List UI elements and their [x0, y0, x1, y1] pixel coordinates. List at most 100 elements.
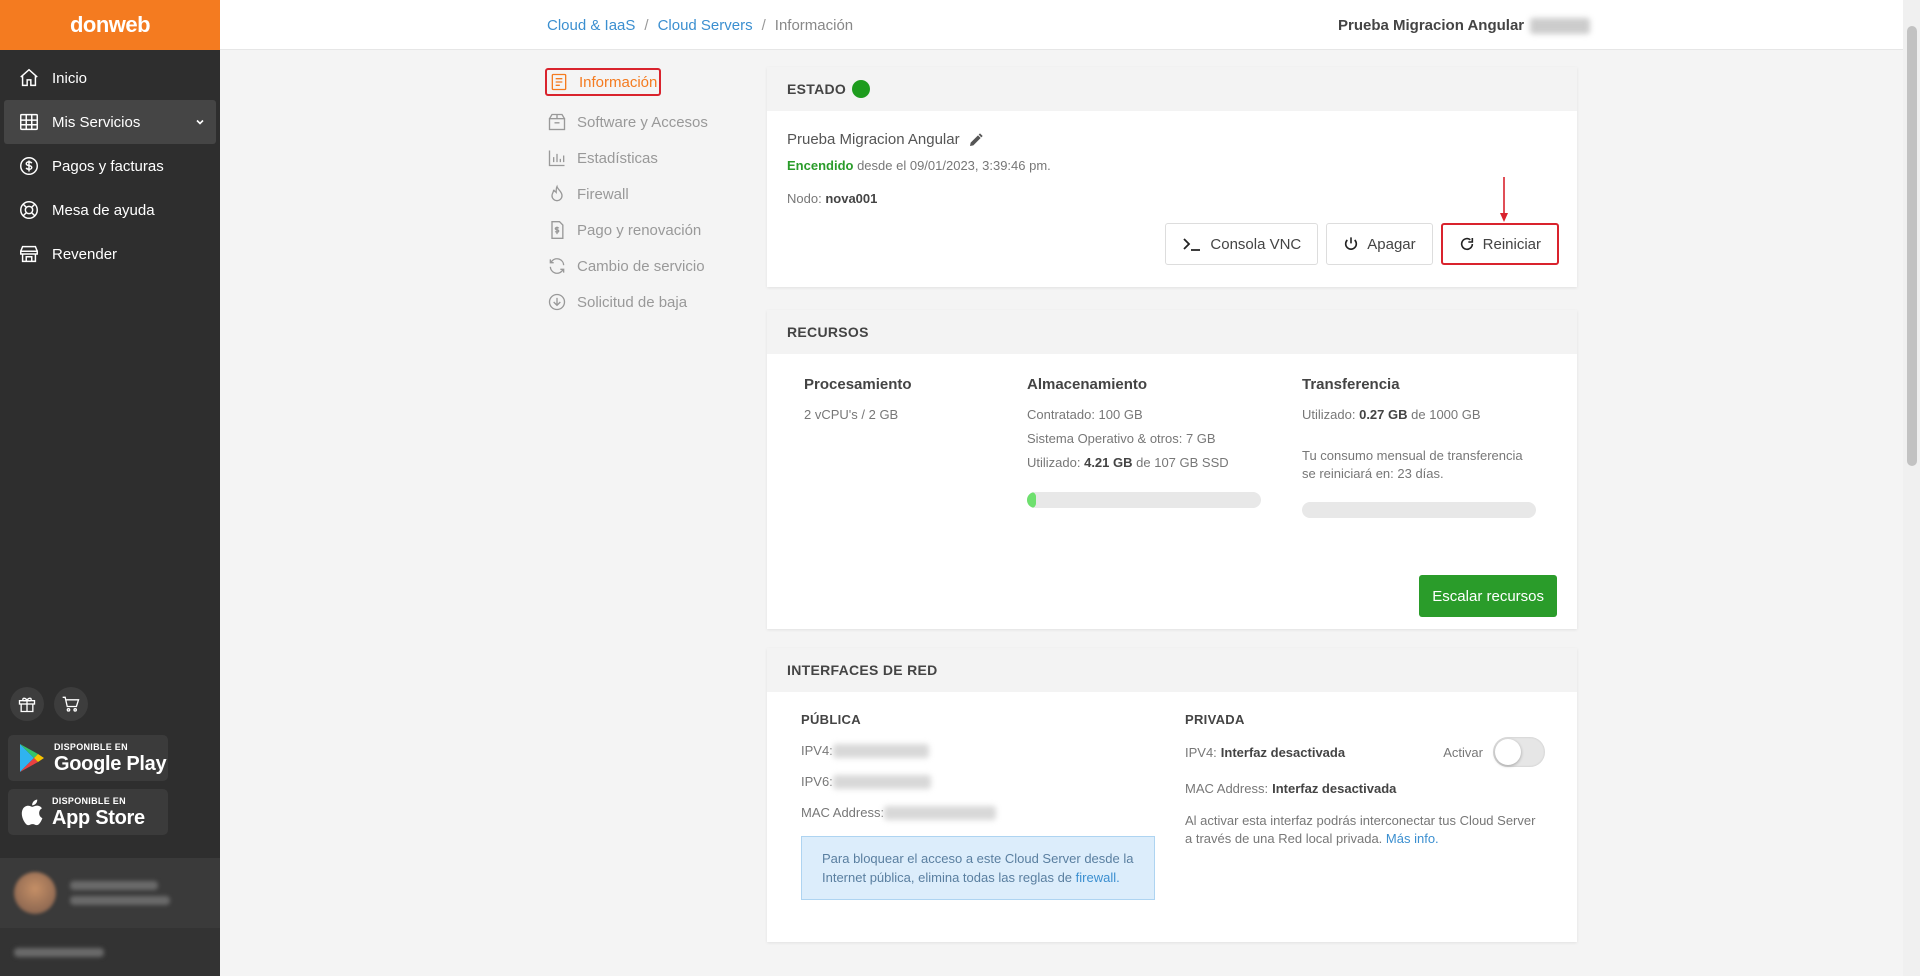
transfer-used-label: Utilizado: [1302, 407, 1356, 422]
page-title: Prueba Migracion Angular [1338, 17, 1591, 34]
sidebar-quick-actions [10, 687, 88, 721]
network-card-body: PÚBLICA IPV4: IPV6: MAC Address: Para bl… [767, 692, 1577, 942]
status-indicator [852, 80, 871, 98]
sidebar-item-revender[interactable]: Revender [4, 232, 216, 276]
sidebar-item-label: Inicio [52, 69, 88, 87]
terminal-icon [1182, 236, 1202, 252]
brand-logo[interactable]: donweb [0, 0, 220, 50]
gift-icon [17, 694, 37, 714]
recursos-card-header: RECURSOS [767, 310, 1577, 354]
app-store-badge[interactable]: DISPONIBLE EN App Store [8, 789, 168, 835]
cart-button[interactable] [54, 687, 88, 721]
user-profile[interactable] [0, 858, 220, 928]
submenu-item-pago[interactable]: Pago y renovación [545, 212, 708, 248]
submenu-item-label: Pago y renovación [577, 221, 702, 239]
toggle-knob [1495, 739, 1521, 765]
scrollbar-thumb[interactable] [1907, 26, 1917, 466]
lifebuoy-icon [18, 199, 40, 221]
submenu-item-cambio[interactable]: Cambio de servicio [545, 248, 708, 284]
estado-card: ESTADO Prueba Migracion Angular Encendid… [767, 67, 1577, 287]
pencil-icon[interactable] [968, 132, 984, 148]
storage-contracted: Contratado: 100 GB [1027, 407, 1143, 422]
submenu-item-software[interactable]: Software y Accesos [545, 104, 708, 140]
home-icon [18, 67, 40, 89]
avatar [14, 872, 56, 914]
breadcrumb-link-cloud-iaas[interactable]: Cloud & IaaS [547, 17, 635, 34]
sidebar-item-inicio[interactable]: Inicio [4, 56, 216, 100]
private-heading: PRIVADA [1185, 712, 1245, 727]
submenu-item-label: Información [579, 73, 658, 91]
breadcrumb: Cloud & IaaS / Cloud Servers / Informaci… [547, 17, 853, 34]
apple-icon [18, 797, 44, 827]
annotation-arrow [1500, 177, 1508, 222]
submenu-item-baja[interactable]: Solicitud de baja [545, 284, 708, 320]
submenu-item-estadisticas[interactable]: Estadísticas [545, 140, 708, 176]
vnc-console-button[interactable]: Consola VNC [1165, 223, 1319, 265]
chevron-down-icon[interactable] [194, 116, 206, 128]
invoice-icon [547, 220, 567, 240]
private-mac-label: MAC Address: [1185, 781, 1269, 796]
vnc-console-label: Consola VNC [1210, 235, 1302, 253]
public-ipv6-label: IPV6: [801, 774, 833, 789]
submenu-item-label: Estadísticas [577, 149, 658, 167]
sidebar-item-label: Pagos y facturas [52, 157, 164, 175]
processing-value: 2 vCPU's / 2 GB [804, 407, 899, 422]
public-ipv4-label: IPV4: [801, 743, 833, 758]
public-ipv6-blurred [832, 774, 931, 789]
more-info-link[interactable]: Más info. [1386, 831, 1439, 846]
transfer-column: Transferencia Utilizado: 0.27 GB de 1000… [1302, 376, 1536, 518]
processing-column: Procesamiento 2 vCPU's / 2 GB [804, 376, 912, 431]
private-ipv4-label: IPV4: [1185, 744, 1217, 760]
scale-resources-button[interactable]: Escalar recursos [1419, 575, 1557, 617]
user-footer-blurred [14, 947, 104, 957]
page-scrollbar[interactable] [1903, 0, 1920, 976]
storage-progress-bar [1027, 492, 1261, 508]
storage-column: Almacenamiento Contratado: 100 GB Sistem… [1027, 376, 1261, 508]
node-value: nova001 [825, 191, 878, 206]
network-title: INTERFACES DE RED [787, 662, 938, 678]
restart-label: Reiniciar [1482, 235, 1541, 253]
document-icon [549, 72, 569, 92]
sidebar-nav: Inicio Mis Servicios Pagos y facturas Me… [0, 56, 220, 276]
status-line: Encendido desde el 09/01/2023, 3:39:46 p… [787, 158, 1557, 173]
transfer-used: Utilizado: 0.27 GB de 1000 GB [1302, 407, 1536, 422]
submenu-item-label: Cambio de servicio [577, 257, 705, 275]
server-title: Prueba Migracion Angular [1338, 17, 1525, 34]
sidebar-item-pagos[interactable]: Pagos y facturas [4, 144, 216, 188]
node-label: Nodo: [787, 191, 822, 206]
public-ipv6-row: IPV6: [801, 774, 1155, 789]
gift-button[interactable] [10, 687, 44, 721]
user-footer[interactable] [0, 928, 220, 976]
submenu-item-informacion[interactable]: Información [545, 68, 661, 96]
private-interface-toggle[interactable] [1493, 737, 1545, 767]
server-id-blurred [1530, 17, 1591, 34]
transfer-used-rest: de 1000 GB [1411, 407, 1481, 422]
submenu-item-firewall[interactable]: Firewall [545, 176, 708, 212]
public-heading: PÚBLICA [801, 712, 861, 727]
recursos-title: RECURSOS [787, 324, 869, 340]
restart-button[interactable]: Reiniciar [1440, 223, 1559, 265]
app-store-big: App Store [52, 806, 145, 829]
firewall-link[interactable]: firewall. [1076, 870, 1120, 885]
transfer-progress-bar [1302, 502, 1536, 518]
arrow-down-circle-icon [547, 292, 567, 312]
google-play-small: DISPONIBLE EN [54, 741, 128, 752]
google-play-badge[interactable]: DISPONIBLE EN Google Play [8, 735, 168, 781]
breadcrumb-link-cloud-servers[interactable]: Cloud Servers [658, 17, 753, 34]
submenu-item-label: Solicitud de baja [577, 293, 688, 311]
store-icon [18, 243, 40, 265]
private-mac-row: MAC Address: Interfaz desactivada [1185, 781, 1545, 796]
network-card: INTERFACES DE RED PÚBLICA IPV4: IPV6: MA… [767, 648, 1577, 942]
restart-icon [1459, 236, 1475, 252]
sidebar-item-label: Revender [52, 245, 118, 263]
sidebar-item-label: Mis Servicios [52, 113, 141, 131]
status-since: desde el 09/01/2023, 3:39:46 pm. [857, 158, 1051, 173]
sidebar-item-mis-servicios[interactable]: Mis Servicios [4, 100, 216, 144]
storage-progress-fill [1027, 492, 1037, 508]
grid-icon [18, 111, 40, 133]
sidebar-item-mesa-de-ayuda[interactable]: Mesa de ayuda [4, 188, 216, 232]
storage-title: Almacenamiento [1027, 376, 1148, 393]
shutdown-button[interactable]: Apagar [1326, 223, 1433, 265]
top-bar: Cloud & IaaS / Cloud Servers / Informaci… [220, 0, 1903, 50]
refresh-icon [547, 256, 567, 276]
